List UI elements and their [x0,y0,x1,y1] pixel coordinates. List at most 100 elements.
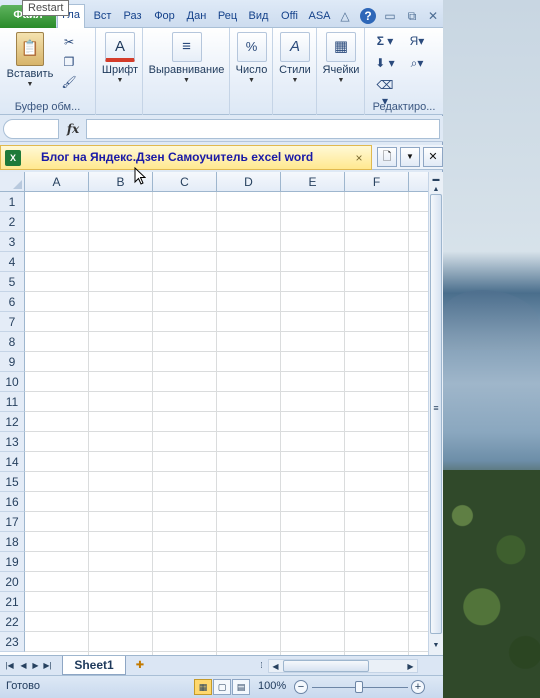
next-sheet-icon[interactable]: ▶ [30,659,41,673]
gridline-vertical [152,192,153,655]
alignment-button[interactable]: ≡ Выравнивание ▼ [145,32,228,86]
paste-button[interactable]: 📋 Вставить ▼ [4,32,56,90]
tab-split-handle-icon[interactable]: ⁞ [256,659,267,673]
spreadsheet-grid[interactable]: ABCDEF 1 2 3 4 5 6 7 8 9 10 11 12 13 14 15 16 17 18 19 20 21… [0,172,428,655]
group-clipboard: 📋 Вставить ▼ ✂ ❐ 🖌 Буфер обм... [0,28,96,115]
horizontal-scroll-thumb[interactable] [283,660,369,672]
sheet-tab-row: |◀ ◀ ▶ ▶| Sheet1 ✚ ⁞ ◀ ▶ [0,655,443,675]
row-header[interactable]: 8 [0,332,25,352]
horizontal-scrollbar[interactable]: ◀ ▶ [268,659,418,673]
scroll-right-icon[interactable]: ▶ [405,660,416,674]
cut-icon[interactable]: ✂ [60,34,78,50]
collapse-ribbon-icon[interactable]: △ [337,8,353,24]
status-ready: Готово [6,680,40,692]
tab-review[interactable]: Рец [213,6,241,28]
row-header[interactable]: 7 [0,312,25,332]
close-workbook-icon[interactable]: ✕ [423,147,443,167]
select-all-button[interactable] [0,172,25,192]
row-header[interactable]: 9 [0,352,25,372]
row-header[interactable]: 4 [0,252,25,272]
clear-icon[interactable]: ⌫ ▾ [373,77,397,108]
column-header-partial[interactable] [409,172,428,192]
sort-filter-icon[interactable]: Я▾ [405,33,429,49]
tab-asap[interactable]: ASA [306,6,332,28]
row-header[interactable]: 14 [0,452,25,472]
formula-input[interactable] [86,119,440,139]
row-header[interactable]: 10 [0,372,25,392]
row-header[interactable]: 18 [0,532,25,552]
row-header[interactable]: 13 [0,432,25,452]
group-number: % Число ▼ [230,28,273,115]
sheet-tab[interactable]: Sheet1 [62,656,126,675]
row-header[interactable]: 5 [0,272,25,292]
page-break-view-icon[interactable]: ▤ [232,679,250,695]
tab-insert[interactable]: Вст [88,6,116,28]
new-document-icon[interactable]: 🗋 [377,147,397,167]
vertical-scrollbar[interactable]: ▬ ▲ ≡ ▼ [428,172,443,655]
group-cells: ▦ Ячейки ▼ [317,28,365,115]
gridline-horizontal [25,611,428,612]
row-header[interactable]: 12 [0,412,25,432]
normal-view-icon[interactable]: ▦ [194,679,212,695]
row-header[interactable]: 17 [0,512,25,532]
styles-button[interactable]: A Стили ▼ [275,32,315,86]
last-sheet-icon[interactable]: ▶| [42,659,53,673]
restore-icon[interactable]: ⧉ [404,8,420,24]
autosum-icon[interactable]: Σ ▾ [373,33,397,49]
gridline-horizontal [25,511,428,512]
tab-view[interactable]: Вид [244,6,272,28]
format-painter-icon[interactable]: 🖌 [60,74,78,90]
copy-icon[interactable]: ❐ [60,54,78,70]
vertical-scroll-thumb[interactable] [430,194,442,634]
name-box[interactable] [3,119,59,139]
tab-data[interactable]: Дан [182,6,210,28]
help-icon[interactable]: ? [360,8,376,24]
row-header[interactable]: 6 [0,292,25,312]
column-header[interactable]: C [153,172,217,192]
row-header[interactable]: 15 [0,472,25,492]
row-header[interactable]: 16 [0,492,25,512]
number-button[interactable]: % Число ▼ [232,32,271,86]
font-color-icon: A [105,32,135,62]
row-header[interactable]: 20 [0,572,25,592]
column-header[interactable]: F [345,172,409,192]
find-select-icon[interactable]: ⌕▾ [405,55,429,71]
column-header[interactable]: A [25,172,89,192]
row-header[interactable]: 19 [0,552,25,572]
zoom-in-icon[interactable]: + [411,680,425,694]
scroll-down-icon[interactable]: ▼ [430,640,442,652]
scroll-left-icon[interactable]: ◀ [270,660,281,674]
row-header[interactable]: 22 [0,612,25,632]
column-header[interactable]: D [217,172,281,192]
clipboard-group-label: Буфер обм... [14,101,81,113]
zoom-out-icon[interactable]: − [294,680,308,694]
zoom-slider-thumb[interactable] [355,681,363,693]
zoom-level[interactable]: 100% [258,680,286,692]
workbook-tab-close-icon[interactable]: × [352,150,366,166]
gridline-vertical [88,192,89,655]
cells-button[interactable]: ▦ Ячейки ▼ [319,32,363,86]
gridline-horizontal [25,291,428,292]
font-button[interactable]: A Шрифт ▼ [101,32,139,86]
row-header[interactable]: 1 [0,192,25,212]
minimize-icon[interactable]: ▭ [382,8,398,24]
insert-sheet-icon[interactable]: ✚ [130,658,150,673]
tab-office[interactable]: Offi [275,6,303,28]
tabs-dropdown-icon[interactable]: ▼ [400,147,420,167]
row-header[interactable]: 23 [0,632,25,652]
fill-icon[interactable]: ⬇ ▾ [373,55,397,71]
first-sheet-icon[interactable]: |◀ [4,659,15,673]
close-icon[interactable]: ✕ [425,8,441,24]
insert-function-icon[interactable]: fx [62,119,84,139]
gridline-vertical [280,192,281,655]
row-header[interactable]: 21 [0,592,25,612]
column-header[interactable]: E [281,172,345,192]
row-header[interactable]: 2 [0,212,25,232]
prev-sheet-icon[interactable]: ◀ [18,659,29,673]
row-header[interactable]: 11 [0,392,25,412]
tab-formulas[interactable]: Фор [150,6,178,28]
workbook-tab[interactable]: X Блог на Яндекс.Дзен Самоучитель excel … [0,145,372,170]
row-header[interactable]: 3 [0,232,25,252]
tab-page-layout[interactable]: Раз [118,6,146,28]
page-layout-view-icon[interactable]: ▢ [213,679,231,695]
